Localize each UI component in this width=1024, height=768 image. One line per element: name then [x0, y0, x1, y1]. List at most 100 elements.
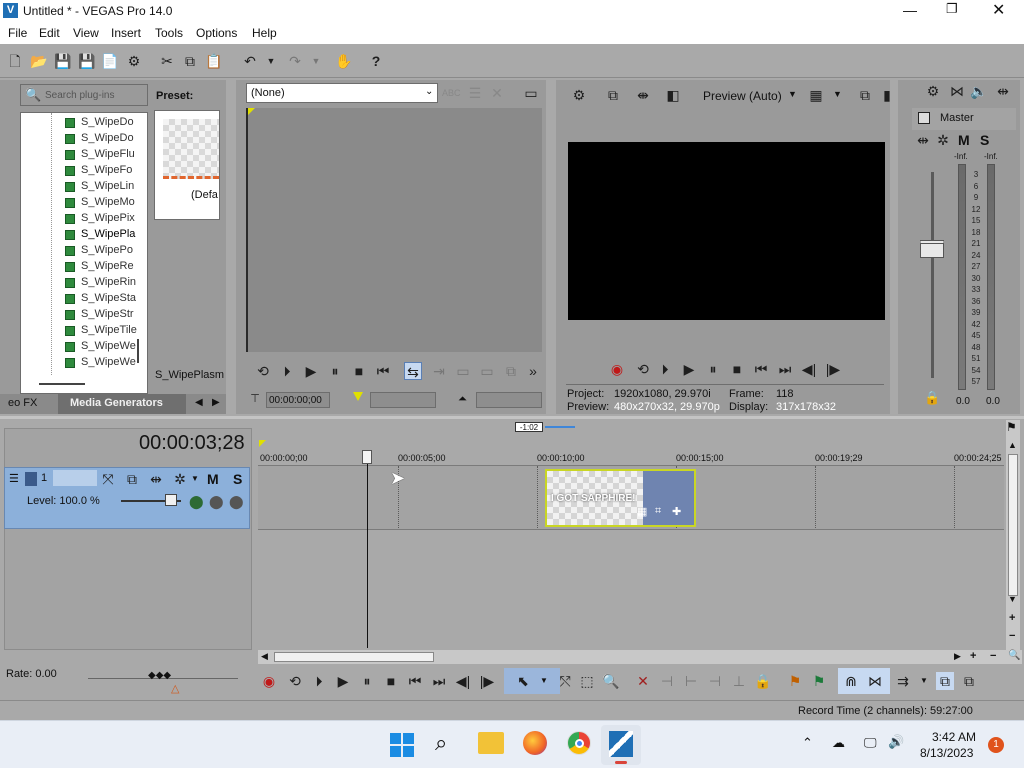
playhead-handle[interactable]	[362, 450, 372, 464]
search-icon[interactable]: ⌕	[435, 730, 447, 756]
envelope-tool-icon[interactable]: ⤲	[556, 672, 574, 690]
notification-badge[interactable]: 1	[988, 737, 1004, 753]
track-fx-dropdown-icon[interactable]: ▼	[191, 474, 199, 483]
plugin-list-item[interactable]: S_WipeRe	[21, 259, 147, 275]
record-icon[interactable]: ◉	[260, 672, 278, 690]
video-event-clip[interactable]: I GOT SAPPHIRE! ▦ ⌗ ✚	[545, 469, 696, 527]
track-zoom-out-icon[interactable]: −	[1009, 630, 1015, 642]
selection-tool-icon[interactable]: ⬚	[578, 672, 596, 690]
tab-scroll-left-icon[interactable]: ◀	[195, 397, 203, 408]
vegas-taskbar-button[interactable]	[601, 725, 641, 765]
whats-this-help-icon[interactable]: ?	[367, 52, 385, 70]
tab-video-fx[interactable]: eo FX	[8, 397, 37, 409]
master-solo-button[interactable]: S	[980, 132, 989, 148]
video-track-header[interactable]: ☰ 1 ⤧ ⧉ ⇹ ✲ ▼ M S Level: 100.0 % ⬤ ⬤ ⬤	[4, 467, 250, 529]
maximize-icon[interactable]: ❐	[946, 1, 958, 17]
track-solo-button[interactable]: S	[233, 471, 242, 487]
splitter-bar[interactable]	[0, 416, 1024, 419]
trimmer-go-start-icon[interactable]: ⏮	[374, 362, 392, 380]
preview-next-frame-icon[interactable]: |▶	[824, 360, 842, 378]
plugin-list-item[interactable]: S_WipeFlu	[21, 147, 147, 163]
zoom-tool-icon[interactable]: 🔍	[1008, 650, 1020, 661]
lock-envelopes-icon[interactable]: ⧉	[936, 672, 954, 690]
preview-settings-icon[interactable]: ⚙	[570, 86, 588, 104]
scroll-down-icon[interactable]: ▼	[1008, 594, 1017, 604]
trimmer-in-point-icon[interactable]: ⊤	[246, 390, 264, 408]
play-from-start-icon[interactable]: ⏵	[310, 672, 328, 690]
plugin-list-item[interactable]: S_WipeWe	[21, 339, 147, 355]
trimmer-dropdown[interactable]: (None) ⌄	[246, 83, 438, 103]
display-icon[interactable]: 🖵	[864, 735, 877, 751]
plugin-list-item[interactable]: S_WipeWe	[21, 355, 147, 371]
preview-next-icon[interactable]: ⏭	[776, 360, 794, 378]
cut-icon[interactable]: ✂	[158, 52, 176, 70]
clock-date[interactable]: 8/13/2023	[920, 746, 973, 760]
trimmer-loop-icon[interactable]: ⟲	[254, 362, 272, 380]
properties-icon[interactable]: ⚙	[125, 52, 143, 70]
trimmer-sync-cursor-icon[interactable]: ⇆	[404, 362, 422, 380]
master-select-checkbox[interactable]	[918, 112, 930, 124]
ignore-grouping-icon[interactable]: ⧉	[960, 672, 978, 690]
plugin-tree-hscroll[interactable]	[39, 383, 85, 385]
menu-file[interactable]: File	[8, 26, 27, 40]
marker-flag-icon[interactable]: ⚑	[1006, 420, 1017, 434]
new-project-icon[interactable]: 🗋	[6, 52, 24, 70]
clip-fx-icon[interactable]: ▦	[637, 505, 647, 518]
firefox-icon[interactable]	[523, 731, 547, 755]
lock-icon[interactable]: 🔒	[754, 672, 772, 690]
timeline-vscroll[interactable]: ▲ ▼ + −	[1006, 420, 1020, 650]
track-blend-icon[interactable]: ⬤	[189, 494, 204, 510]
track-zoom-in-icon[interactable]: +	[1009, 612, 1015, 624]
preview-prev-frame-icon[interactable]: ◀|	[800, 360, 818, 378]
loop-icon[interactable]: ⟲	[286, 672, 304, 690]
hscroll-left-icon[interactable]: ◀	[261, 651, 268, 662]
timeline-hscroll[interactable]: ◀ ▶ + − 🔍	[258, 650, 1022, 664]
preview-quality-chevron-icon[interactable]: ▼	[788, 89, 797, 99]
zoom-edit-tool-icon[interactable]: 🔍	[602, 672, 620, 690]
tab-scroll-right-icon[interactable]: ▶	[212, 397, 220, 408]
plugin-list-item[interactable]: S_WipePix	[21, 211, 147, 227]
chrome-icon[interactable]	[567, 731, 591, 755]
preview-pause-icon[interactable]: ⏸	[704, 360, 722, 378]
grid-dropdown-icon[interactable]: ▼	[833, 89, 842, 99]
preview-record-icon[interactable]: ◉	[608, 360, 626, 378]
vscroll-thumb[interactable]	[1008, 454, 1018, 596]
plugin-list-item[interactable]: S_WipeFo	[21, 163, 147, 179]
split-screen-icon[interactable]: ⇼	[634, 86, 652, 104]
ripple-dropdown-icon[interactable]: ▼	[920, 676, 928, 685]
master-fx-icon[interactable]: ✲	[934, 131, 952, 149]
preview-prev-icon[interactable]: ⏮	[752, 360, 770, 378]
rate-slider-thumb[interactable]: ◆◆◆	[148, 670, 171, 681]
mixer-downmix-icon[interactable]: ⋈	[948, 82, 966, 100]
overlays-icon[interactable]: ◧	[664, 86, 682, 104]
master-fader-thumb[interactable]	[920, 240, 944, 258]
clip-crop-icon[interactable]: ⌗	[655, 505, 661, 518]
hscroll-right-icon[interactable]: ▶	[954, 651, 961, 662]
plugin-list-item[interactable]: S_WipeDo	[21, 115, 147, 131]
preset-item-default[interactable]: (Defa	[191, 189, 218, 201]
plugin-search-box[interactable]: 🔍 Search plug-ins	[20, 84, 148, 106]
go-start-icon[interactable]: ⏮	[406, 672, 424, 690]
menu-view[interactable]: View	[73, 26, 99, 40]
insert-region-icon[interactable]: ⚑	[810, 672, 828, 690]
paste-icon[interactable]: 📋	[205, 52, 223, 70]
open-icon[interactable]: 📂	[30, 52, 48, 70]
save-snapshot-icon[interactable]: ▮	[878, 86, 896, 104]
plugin-list-item[interactable]: S_WipeDo	[21, 131, 147, 147]
track-motion-icon[interactable]: ⤧	[99, 470, 117, 488]
play-icon[interactable]: ▶	[334, 672, 352, 690]
menu-tools[interactable]: Tools	[155, 26, 183, 40]
clock-time[interactable]: 3:42 AM	[932, 730, 976, 744]
undo-icon[interactable]: ↶	[241, 52, 259, 70]
track-minimize-icon[interactable]: ☰	[9, 472, 19, 485]
preview-quality-dropdown[interactable]: Preview (Auto)	[703, 89, 782, 103]
delete-icon[interactable]: ✕	[634, 672, 652, 690]
preview-play-icon[interactable]: ▶	[680, 360, 698, 378]
save-icon[interactable]: 💾	[54, 52, 72, 70]
auto-crossfade-icon[interactable]: ⋈	[866, 672, 884, 690]
zoom-in-icon[interactable]: +	[970, 650, 976, 662]
normal-edit-tool-icon[interactable]: ⬉	[514, 672, 532, 690]
track-fx-icon[interactable]: ✲	[171, 470, 189, 488]
grid-icon[interactable]: ▦	[807, 86, 825, 104]
master-mute-button[interactable]: M	[958, 132, 970, 148]
